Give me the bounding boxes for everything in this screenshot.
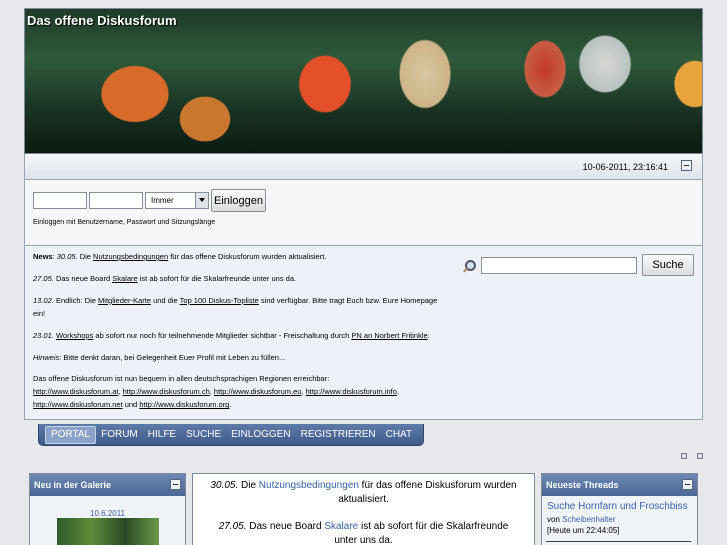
- login-box: Immer Einloggen Einloggen mit Benutzerna…: [24, 180, 703, 246]
- login-button[interactable]: Einloggen: [211, 189, 266, 212]
- skalare-link[interactable]: Skalare: [112, 274, 137, 283]
- login-hint: Einloggen mit Benutzername, Passwort und…: [33, 219, 216, 226]
- url-net-link[interactable]: http://www.diskusforum.net: [33, 400, 123, 409]
- session-length-select[interactable]: Immer: [145, 192, 209, 209]
- main-nav: PORTAL FORUM HILFE SUCHE EINLOGGEN REGIS…: [38, 424, 425, 446]
- news-item: 13.02. Endlich: Die Mitglieder-Karte und…: [33, 295, 438, 318]
- news-item: 27.05. Das neue Board Skalare ist ab sof…: [218, 521, 509, 545]
- username-input[interactable]: [33, 192, 87, 209]
- collapse-icon[interactable]: [682, 479, 693, 490]
- collapse-icon[interactable]: [681, 160, 692, 171]
- nav-forum[interactable]: FORUM: [96, 426, 143, 444]
- pm-link[interactable]: PN an Norbert Fritinkle: [351, 331, 427, 340]
- thread-link[interactable]: Suche Hornfarn und Froschbiss: [542, 496, 697, 512]
- url-info-link[interactable]: http://www.diskusforum.info: [306, 387, 397, 396]
- session-length-value: Immer: [151, 196, 174, 205]
- url-org-link[interactable]: http://www.diskusforum.org: [139, 400, 229, 409]
- expand-all-icon[interactable]: [681, 453, 687, 459]
- nav-chat[interactable]: CHAT: [381, 426, 417, 444]
- nav-suche[interactable]: SUCHE: [181, 426, 226, 444]
- skalare-link[interactable]: Skalare: [324, 521, 358, 532]
- gallery-thumbnail[interactable]: [57, 518, 159, 545]
- chevron-down-icon: [195, 193, 208, 208]
- threads-panel: Neueste Threads Suche Hornfarn und Frosc…: [541, 473, 698, 545]
- terms-link[interactable]: Nutzungsbedingungen: [93, 252, 168, 261]
- news-item: 27.05. Das neue Board Skalare ist ab sof…: [33, 273, 297, 283]
- news-item: Hinweis: Bitte denkt daran, bei Gelegenh…: [33, 352, 286, 362]
- nav-portal[interactable]: PORTAL: [45, 425, 97, 444]
- search-icon: [461, 259, 477, 275]
- gallery-title: Neu in der Galerie: [34, 480, 112, 490]
- news-item: Das offene Diskusforum ist nun bequem in…: [33, 374, 400, 410]
- news-item: 30.05. Die Nutzungsbedingungen für das o…: [210, 480, 517, 505]
- gallery-panel: Neu in der Galerie 10.6.2011: [29, 473, 186, 545]
- thread-time: [Heute um 22:44:05]: [547, 526, 620, 535]
- terms-link[interactable]: Nutzungsbedingungen: [259, 480, 359, 491]
- thread-meta: von Scheibenhalter [Heute um 22:44:05]: [547, 515, 620, 535]
- divider: [546, 541, 691, 542]
- threads-title: Neueste Threads: [546, 480, 619, 490]
- collapse-all-icon[interactable]: [697, 453, 703, 459]
- news-item: 23.01. Workshops ab sofort nur noch für …: [33, 330, 430, 340]
- news-center-panel: 30.05. Die Nutzungsbedingungen für das o…: [192, 473, 535, 545]
- password-input[interactable]: [89, 192, 143, 209]
- search-input[interactable]: [481, 256, 637, 274]
- workshops-link[interactable]: Workshops: [56, 331, 93, 340]
- search-button[interactable]: Suche: [642, 254, 694, 276]
- nav-registrieren[interactable]: REGISTRIEREN: [296, 426, 381, 444]
- news-box: News: 30.05. Die Nutzungsbedingungen für…: [24, 246, 703, 420]
- date-bar: 10-06-2011, 23:16:41: [24, 154, 703, 180]
- member-map-link[interactable]: Mitglieder-Karte: [98, 296, 151, 305]
- layout-toggles: [681, 453, 703, 459]
- current-datetime: 10-06-2011, 23:16:41: [582, 162, 668, 172]
- collapse-icon[interactable]: [170, 479, 181, 490]
- url-at-link[interactable]: http://www.diskusforum.at: [33, 387, 118, 396]
- url-ch-link[interactable]: http://www.diskusforum.ch: [123, 387, 210, 396]
- header-banner: Das offene Diskusforum: [24, 8, 703, 154]
- gallery-date[interactable]: 10.6.2011: [30, 509, 185, 518]
- thread-author-link[interactable]: Scheibenhalter: [562, 515, 615, 524]
- nav-hilfe[interactable]: HILFE: [143, 426, 181, 444]
- nav-einloggen[interactable]: EINLOGGEN: [226, 426, 295, 444]
- search-area: Suche: [461, 254, 694, 276]
- toplist-link[interactable]: Top 100 Diskus-Topliste: [180, 296, 259, 305]
- news-item: News: 30.05. Die Nutzungsbedingungen für…: [33, 252, 327, 261]
- news-list: News: 30.05. Die Nutzungsbedingungen für…: [33, 251, 445, 412]
- site-title: Das offene Diskusforum: [27, 13, 177, 28]
- url-eu-link[interactable]: http://www.diskusforum.eu: [214, 387, 302, 396]
